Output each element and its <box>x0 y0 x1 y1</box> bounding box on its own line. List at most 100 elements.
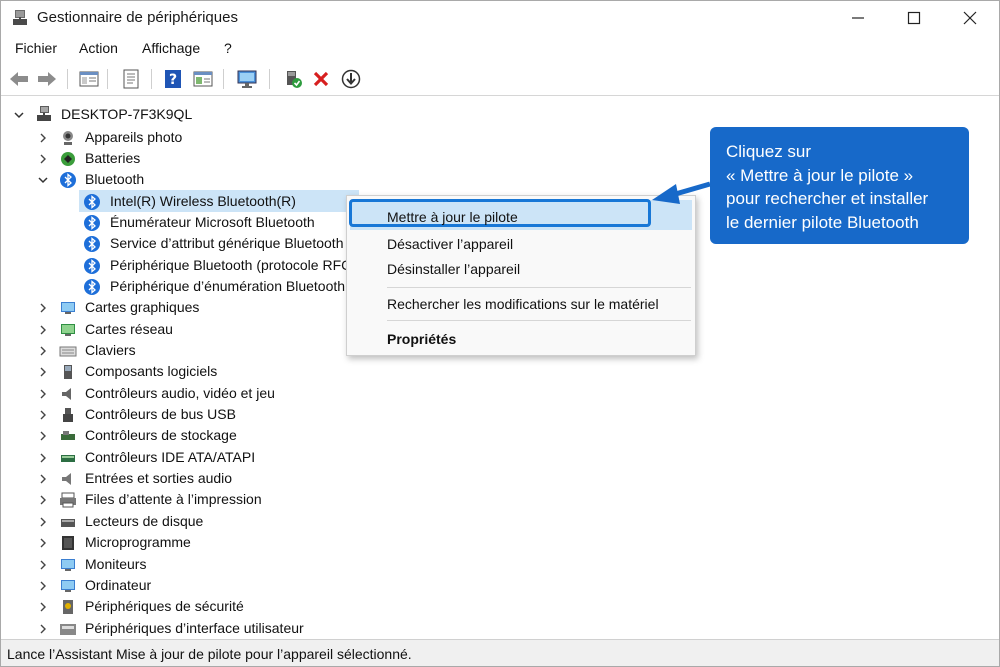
update-driver-icon <box>123 69 139 89</box>
menu-scan-hardware[interactable]: Rechercher les modifications sur le maté… <box>347 291 695 317</box>
device-manager-app-icon <box>13 10 27 25</box>
tree-root-label[interactable]: DESKTOP-7F3K9QL <box>61 106 192 122</box>
title-bar[interactable]: Gestionnaire de périphériques <box>1 1 999 35</box>
chevron-right-icon[interactable] <box>37 324 49 336</box>
menu-uninstall-device[interactable]: Désinstaller l’appareil <box>347 256 695 282</box>
menu-fichier[interactable]: Fichier <box>15 40 57 56</box>
chevron-right-icon[interactable] <box>37 366 49 378</box>
device-manager-window: Gestionnaire de périphériques Fichier Ac… <box>0 0 1000 667</box>
toolbar: ? <box>1 63 999 96</box>
tree-category-label[interactable]: Bluetooth <box>85 171 144 187</box>
computer-icon <box>37 106 51 121</box>
chevron-right-icon[interactable] <box>37 302 49 314</box>
enable-device-icon <box>287 71 302 88</box>
computer-icon <box>61 579 75 592</box>
menu-disable-device[interactable]: Désactiver l’appareil <box>347 231 695 257</box>
tree-category-label[interactable]: Files d’attente à l’impression <box>85 491 262 507</box>
update-driver-button[interactable] <box>339 68 363 90</box>
chevron-down-icon[interactable] <box>37 174 49 186</box>
tree-category-label[interactable]: Ordinateur <box>85 577 151 593</box>
tree-category-label[interactable]: Batteries <box>85 150 140 166</box>
maximize-button[interactable] <box>891 1 937 35</box>
forward-button[interactable] <box>35 68 59 90</box>
menu-affichage[interactable]: Affichage <box>142 40 200 56</box>
chevron-right-icon[interactable] <box>37 473 49 485</box>
scan-hardware-button[interactable] <box>235 68 259 90</box>
tree-device-label[interactable]: Service d’attribut générique Bluetooth <box>110 235 343 251</box>
chevron-right-icon[interactable] <box>37 537 49 549</box>
bluetooth-icon <box>84 278 100 295</box>
tree-category-label[interactable]: Lecteurs de disque <box>85 513 203 529</box>
view-button[interactable] <box>191 68 215 90</box>
menu-update-driver[interactable]: Mettre à jour le pilote <box>347 204 695 230</box>
uninstall-device-button[interactable] <box>309 68 333 90</box>
tree-device-label[interactable]: Énumérateur Microsoft Bluetooth <box>110 214 315 230</box>
toolbar-separator <box>223 69 224 89</box>
tree-category-label[interactable]: Cartes réseau <box>85 321 173 337</box>
printer-icon <box>60 492 76 508</box>
hid-icon <box>60 623 76 635</box>
chevron-right-icon[interactable] <box>37 623 49 635</box>
maximize-icon <box>907 11 921 25</box>
help-button[interactable]: ? <box>161 68 185 90</box>
chevron-right-icon[interactable] <box>37 494 49 506</box>
ide-icon <box>61 454 75 462</box>
instruction-callout: Cliquez sur « Mettre à jour le pilote » … <box>710 127 969 244</box>
tree-category-label[interactable]: Périphériques d’interface utilisateur <box>85 620 304 636</box>
chevron-right-icon[interactable] <box>37 430 49 442</box>
context-menu-separator <box>387 287 691 288</box>
chevron-right-icon[interactable] <box>37 345 49 357</box>
toolbar-separator <box>269 69 270 89</box>
bluetooth-icon <box>60 172 76 189</box>
chevron-right-icon[interactable] <box>37 580 49 592</box>
callout-line: « Mettre à jour le pilote » <box>726 165 914 185</box>
chevron-right-icon[interactable] <box>37 132 49 144</box>
bluetooth-icon <box>84 257 100 274</box>
tree-category-label[interactable]: Microprogramme <box>85 534 191 550</box>
tree-device-label[interactable]: Périphérique d’énumération Bluetooth <box>110 278 345 294</box>
tree-category-label[interactable]: Contrôleurs IDE ATA/ATAPI <box>85 449 255 465</box>
toolbar-separator <box>107 69 108 89</box>
tree-category-label[interactable]: Périphériques de sécurité <box>85 598 244 614</box>
status-text: Lance l’Assistant Mise à jour de pilote … <box>7 646 412 662</box>
battery-icon <box>61 151 75 166</box>
tree-device-label[interactable]: Périphérique Bluetooth (protocole RFC <box>110 257 348 273</box>
tree-category-label[interactable]: Cartes graphiques <box>85 299 199 315</box>
toolbar-separator <box>67 69 68 89</box>
chevron-right-icon[interactable] <box>37 559 49 571</box>
back-button[interactable] <box>7 68 31 90</box>
properties-button[interactable] <box>119 68 143 90</box>
tree-category-label[interactable]: Contrôleurs de stockage <box>85 427 237 443</box>
enable-device-button[interactable] <box>281 68 305 90</box>
menu-action[interactable]: Action <box>79 40 118 56</box>
close-button[interactable] <box>947 1 993 35</box>
monitor-icon <box>61 558 75 571</box>
tree-category-label[interactable]: Composants logiciels <box>85 363 217 379</box>
tree-category-label[interactable]: Contrôleurs audio, vidéo et jeu <box>85 385 275 401</box>
display-adapter-icon <box>61 302 75 315</box>
chevron-right-icon[interactable] <box>37 409 49 421</box>
tree-device-label[interactable]: Intel(R) Wireless Bluetooth(R) <box>110 193 296 209</box>
view-icon <box>193 71 213 87</box>
menu-properties[interactable]: Propriétés <box>347 326 695 352</box>
menu-help[interactable]: ? <box>224 40 232 56</box>
tree-category-label[interactable]: Claviers <box>85 342 136 358</box>
show-hide-console-button[interactable] <box>77 68 101 90</box>
chevron-right-icon[interactable] <box>37 601 49 613</box>
chevron-right-icon[interactable] <box>37 452 49 464</box>
chevron-right-icon[interactable] <box>37 153 49 165</box>
context-menu: Mettre à jour le pilote Désactiver l’app… <box>346 195 696 356</box>
audio-io-icon <box>62 473 71 486</box>
bluetooth-icon <box>84 214 100 231</box>
chevron-right-icon[interactable] <box>37 516 49 528</box>
tree-category-label[interactable]: Contrôleurs de bus USB <box>85 406 236 422</box>
minimize-button[interactable] <box>835 1 881 35</box>
camera-icon <box>63 130 73 145</box>
chevron-right-icon[interactable] <box>37 388 49 400</box>
tree-category-label[interactable]: Moniteurs <box>85 556 146 572</box>
tree-category-label[interactable]: Entrées et sorties audio <box>85 470 232 486</box>
svg-text:?: ? <box>169 72 177 88</box>
chevron-down-icon[interactable] <box>13 109 25 121</box>
tree-category-label[interactable]: Appareils photo <box>85 129 182 145</box>
callout-line: le dernier pilote Bluetooth <box>726 212 919 232</box>
